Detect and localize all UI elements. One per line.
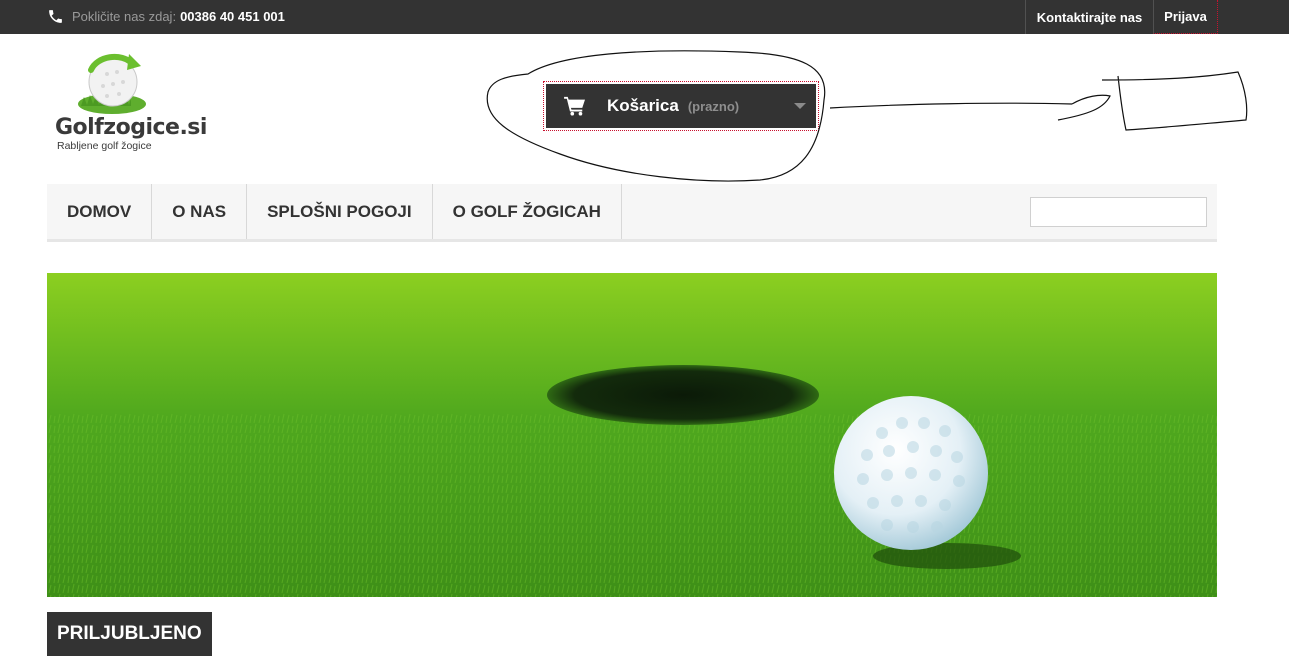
cart-label: Košarica: [607, 96, 679, 115]
logo-tagline: Rabljene golf žogice: [57, 140, 152, 152]
phone-contact: Pokličite nas zdaj: 00386 40 451 001: [47, 6, 285, 26]
page: Pokličite nas zdaj: 00386 40 451 001 Kon…: [0, 0, 1289, 666]
section-title-priljubljeno: PRILJUBLJENO: [47, 612, 212, 656]
search-input[interactable]: [1030, 197, 1207, 227]
logo-name: Golfzogice.si: [55, 115, 207, 140]
nav-item-domov[interactable]: DOMOV: [47, 184, 153, 239]
cart-inner: Košarica (prazno): [546, 84, 816, 128]
phone-number[interactable]: 00386 40 451 001: [180, 9, 285, 24]
cart-button[interactable]: Košarica (prazno): [543, 81, 819, 131]
golf-ball-logo-icon: [78, 53, 146, 114]
banner-image[interactable]: [47, 273, 1217, 597]
nav-item-o-nas[interactable]: O NAS: [152, 184, 248, 239]
chevron-down-icon[interactable]: [794, 103, 806, 109]
site-logo[interactable]: Golfzogice.si Rabljene golf žogice: [55, 52, 207, 156]
nav-item-o-golf-zogicah[interactable]: O GOLF ŽOGICAH: [433, 184, 622, 239]
nav-item-splosni-pogoji[interactable]: SPLOŠNI POGOJI: [247, 184, 433, 239]
cart-status: (prazno): [687, 98, 740, 114]
contact-link[interactable]: Kontaktirajte nas: [1025, 0, 1153, 34]
phone-icon: [49, 9, 62, 23]
shopping-cart-icon: [564, 96, 585, 116]
top-bar: Pokličite nas zdaj: 00386 40 451 001 Kon…: [0, 0, 1289, 34]
login-link[interactable]: Prijava: [1153, 0, 1218, 34]
phone-prefix: Pokličite nas zdaj:: [72, 8, 177, 24]
